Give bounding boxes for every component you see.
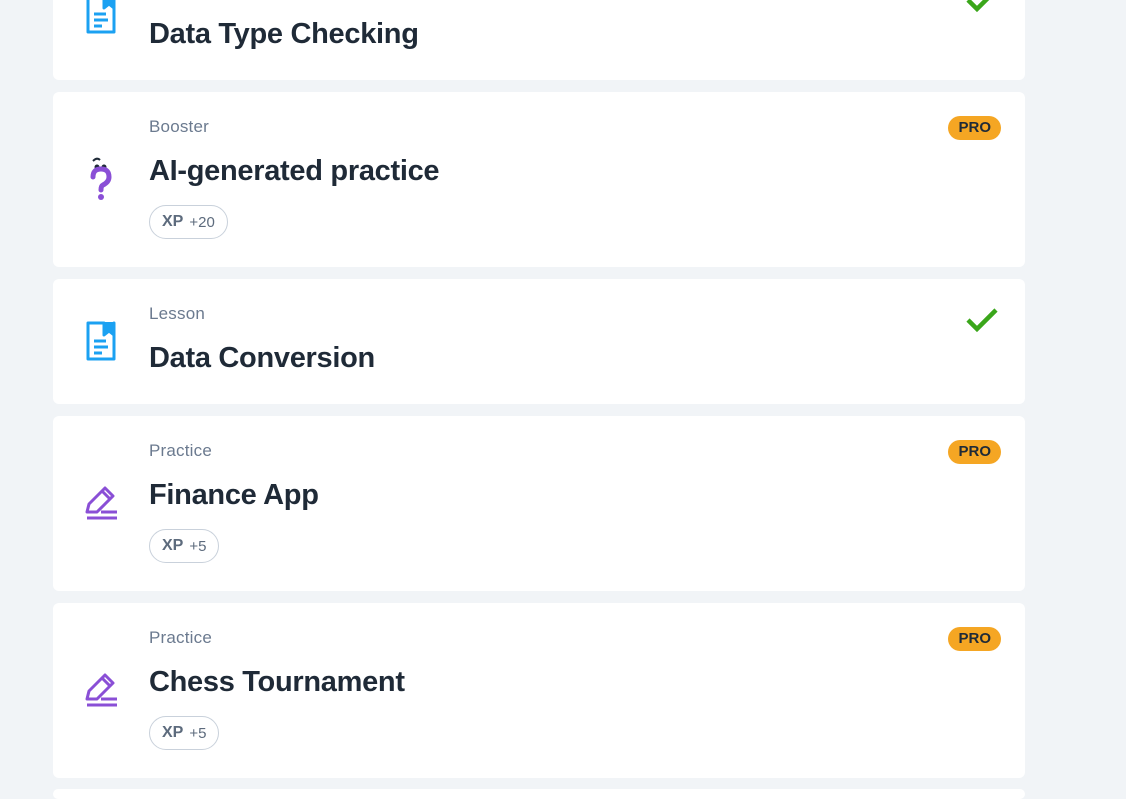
pro-badge: PRO (948, 116, 1001, 140)
xp-badge: XP +5 (149, 716, 220, 750)
item-title: Chess Tournament (149, 666, 405, 698)
document-icon (81, 321, 121, 361)
checkmark-icon (965, 0, 999, 19)
xp-badge: XP +5 (149, 529, 220, 563)
xp-badge: XP +20 (149, 205, 228, 239)
question-mark-icon (81, 157, 121, 200)
pro-badge: PRO (948, 627, 1001, 651)
xp-value: +5 (189, 537, 207, 555)
list-item[interactable]: Practice Finance App XP +5 PRO (53, 416, 1025, 591)
document-icon (81, 0, 121, 34)
pro-badge: PRO (948, 440, 1001, 464)
checkmark-icon (965, 306, 999, 339)
item-title: Data Type Checking (149, 18, 419, 50)
list-item[interactable]: Booster AI-generated practice XP +20 PRO (53, 92, 1025, 267)
xp-value: +5 (189, 724, 207, 742)
pencil-icon (81, 669, 121, 709)
item-title: AI-generated practice (149, 155, 440, 187)
xp-label: XP (162, 213, 184, 230)
list-item[interactable] (53, 789, 1025, 799)
xp-label: XP (162, 537, 184, 554)
pencil-icon (81, 482, 121, 522)
list-item[interactable]: Lesson Data Conversion (53, 279, 1025, 404)
xp-value: +20 (189, 213, 215, 231)
item-type: Practice (149, 628, 213, 647)
item-type: Lesson (149, 304, 206, 323)
item-title: Finance App (149, 479, 319, 511)
item-type: Booster (149, 117, 209, 136)
list-item[interactable]: Data Type Checking (53, 0, 1025, 80)
list-item[interactable]: Practice Chess Tournament XP +5 PRO (53, 603, 1025, 778)
item-title: Data Conversion (149, 342, 375, 374)
item-type: Practice (149, 441, 213, 460)
xp-label: XP (162, 724, 184, 741)
